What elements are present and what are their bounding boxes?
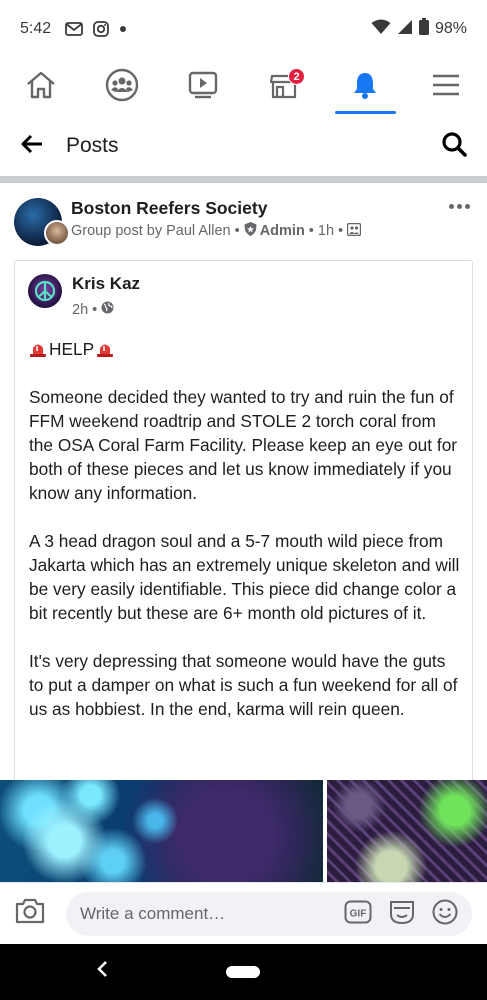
search-icon[interactable] (441, 131, 467, 162)
comment-placeholder[interactable]: Write a comment… (80, 904, 344, 924)
post-paragraph: Someone decided they wanted to try and r… (29, 387, 458, 503)
admin-shield-icon (244, 222, 257, 240)
svg-text:GIF: GIF (350, 908, 367, 919)
sticker-icon[interactable] (388, 898, 416, 931)
separator-dot: • (308, 223, 314, 239)
poster-avatar[interactable] (44, 220, 70, 246)
globe-icon (101, 301, 114, 318)
battery-icon (418, 18, 429, 40)
siren-icon (29, 340, 47, 358)
siren-icon (96, 340, 114, 358)
group-name[interactable]: Boston Reefers Society (71, 198, 267, 219)
back-arrow-icon[interactable] (20, 134, 44, 159)
help-line: HELP (29, 337, 461, 361)
page-title: Posts (66, 134, 119, 157)
nav-marketplace[interactable]: 2 (244, 58, 325, 116)
gif-icon[interactable]: GIF (344, 900, 372, 929)
post-meta: Group post by Paul Allen • Admin • 1h • (71, 222, 362, 240)
home-icon (25, 70, 57, 105)
dot-icon (119, 25, 127, 33)
signal-icon (397, 19, 413, 40)
separator-dot: • (234, 223, 240, 239)
status-bar: 5:42 98% (0, 0, 487, 58)
coral-photo[interactable] (327, 780, 487, 882)
notifications-icon (350, 70, 380, 105)
nav-notifications[interactable] (325, 58, 406, 116)
status-time: 5:42 (20, 20, 52, 37)
post-author-line[interactable]: Group post by Paul Allen (71, 223, 231, 239)
groups-icon (105, 68, 139, 107)
more-options-icon[interactable] (444, 196, 474, 216)
system-nav-bar (0, 944, 487, 1000)
post-paragraph: A 3 head dragon soul and a 5-7 mouth wil… (29, 531, 460, 623)
author-avatar[interactable] (28, 274, 62, 308)
nav-watch[interactable] (162, 58, 243, 116)
comment-bar: Write a comment… GIF (0, 882, 487, 944)
separator-dot: • (338, 223, 344, 239)
section-divider (0, 176, 487, 183)
post-body: HELP Someone decided they wanted to try … (29, 337, 461, 745)
shared-post[interactable]: Kris Kaz 2h • HELP Someone decided they … (14, 260, 473, 780)
emoji-icon[interactable] (432, 899, 458, 930)
camera-icon[interactable] (14, 897, 46, 930)
author-name[interactable]: Kris Kaz (72, 274, 140, 294)
post-time[interactable]: 1h (318, 223, 334, 239)
nav-home[interactable] (0, 58, 81, 116)
admin-badge: Admin (244, 222, 305, 240)
top-nav: 2 (0, 58, 487, 116)
system-home-pill[interactable] (226, 966, 260, 978)
separator-dot: • (92, 301, 98, 318)
comment-input[interactable]: Write a comment… GIF (66, 892, 472, 936)
author-meta: 2h • (72, 301, 114, 318)
admin-label: Admin (259, 223, 305, 239)
system-back-icon[interactable] (96, 960, 110, 984)
help-text: HELP (49, 339, 95, 359)
group-privacy-icon (346, 222, 362, 240)
wifi-icon (371, 19, 391, 40)
coral-photo[interactable] (0, 780, 323, 882)
menu-icon (431, 73, 461, 102)
battery-percent: 98% (434, 20, 467, 37)
watch-icon (187, 70, 219, 105)
marketplace-badge: 2 (288, 68, 306, 85)
page-header: Posts (0, 116, 487, 176)
shared-post-time[interactable]: 2h (72, 302, 88, 318)
gmail-icon (65, 22, 84, 36)
photo-strip (0, 780, 487, 882)
post-header: Boston Reefers Society Group post by Pau… (14, 196, 474, 252)
instagram-icon (93, 21, 110, 37)
nav-menu[interactable] (406, 58, 487, 116)
post-paragraph: It's very depressing that someone would … (29, 651, 458, 719)
nav-groups[interactable] (81, 58, 162, 116)
